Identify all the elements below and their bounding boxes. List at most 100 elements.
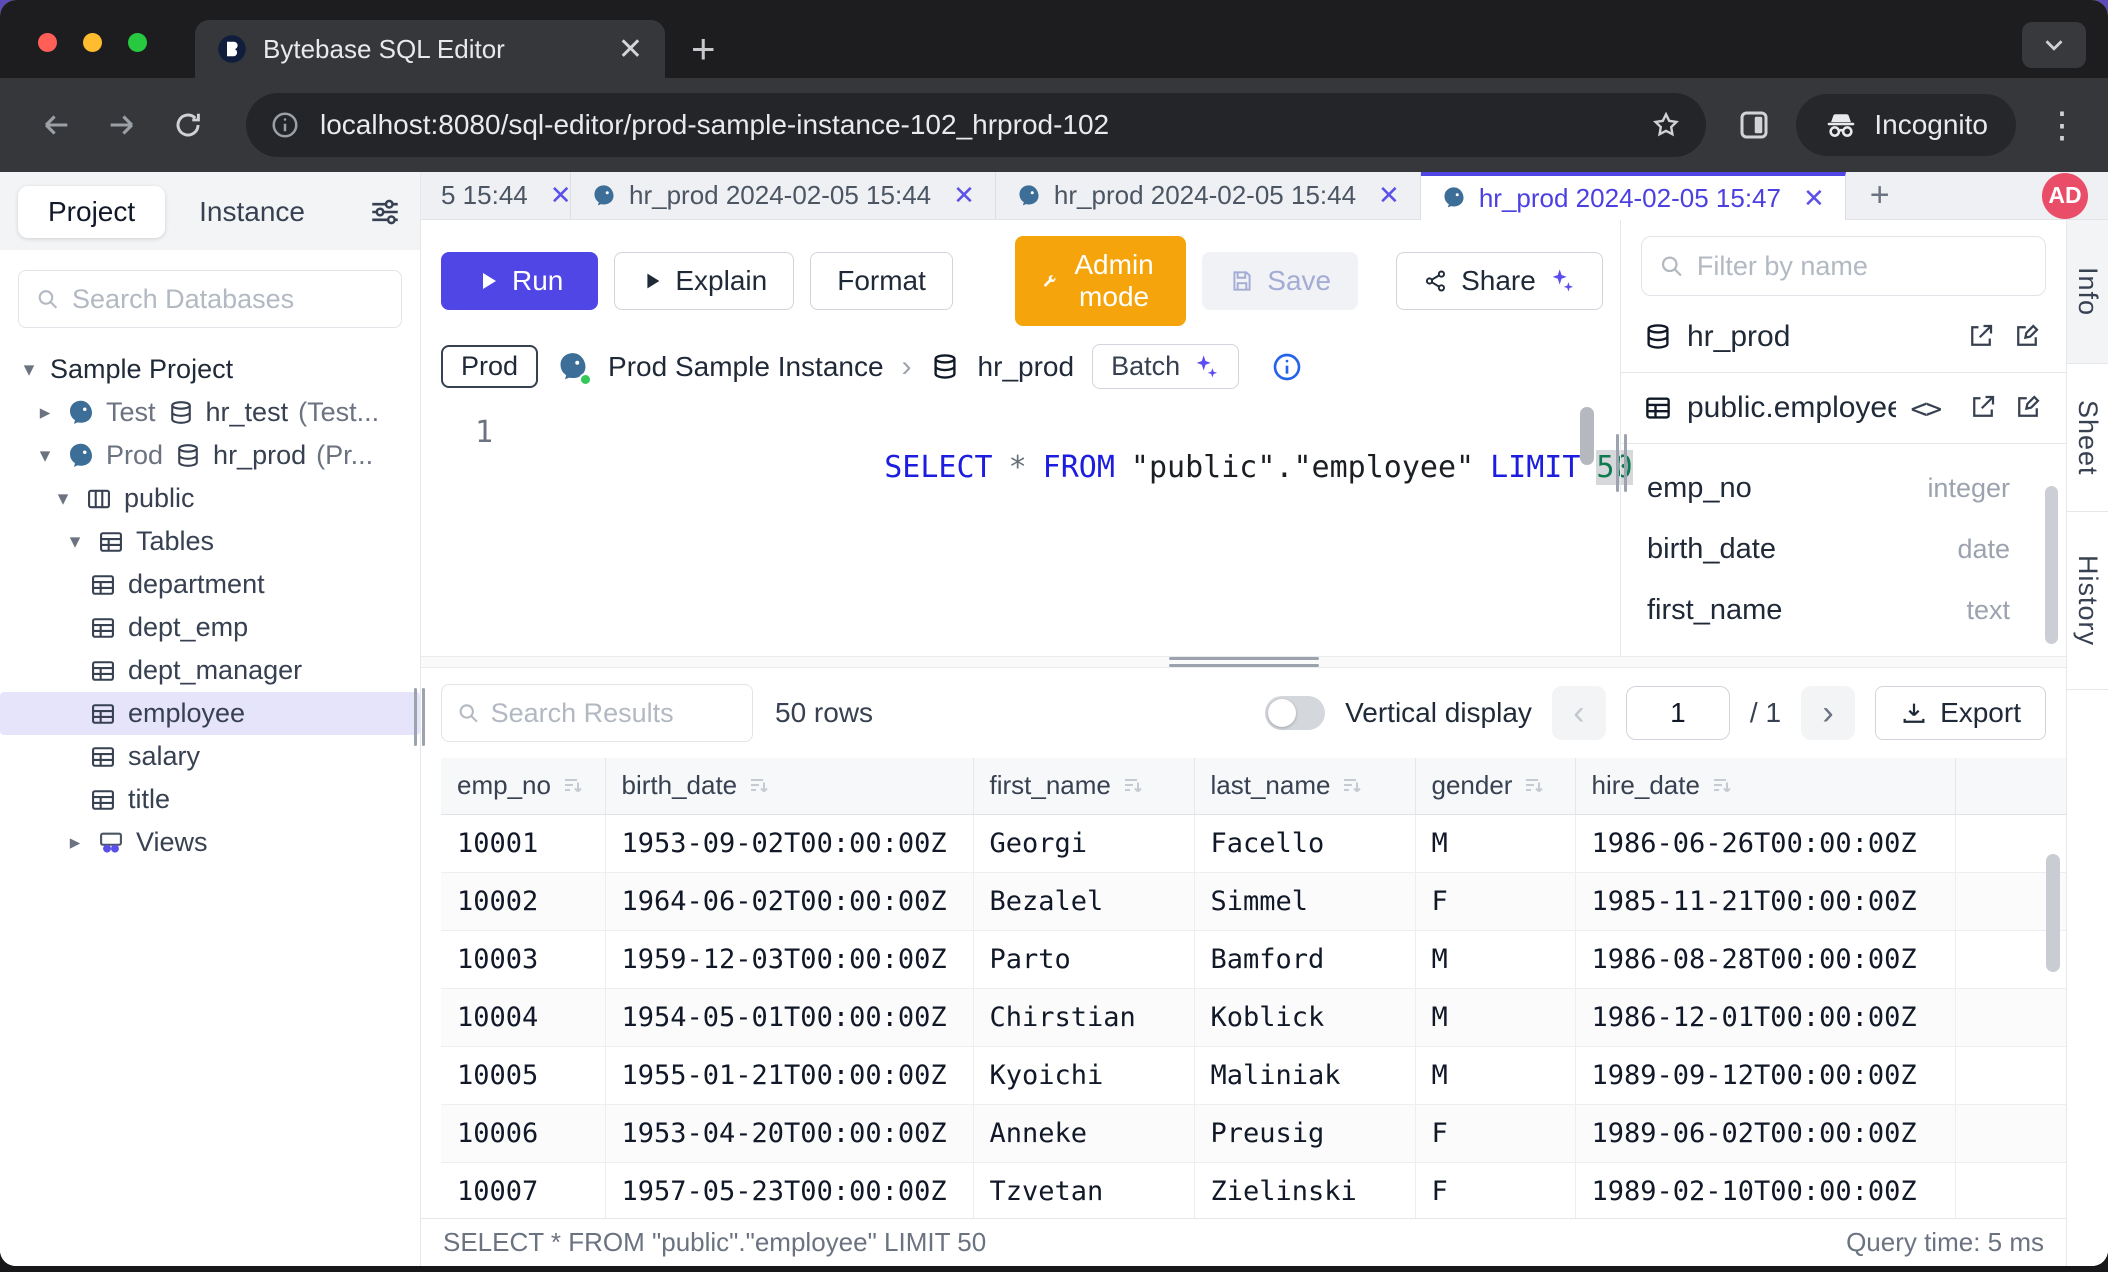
search-databases-input[interactable] — [72, 284, 385, 315]
close-icon[interactable]: ✕ — [1378, 180, 1400, 211]
column-row: first_name text — [1647, 580, 2010, 641]
close-window-button[interactable] — [38, 33, 57, 52]
browser-new-tab-button[interactable]: + — [691, 28, 716, 70]
save-button[interactable]: Save — [1202, 252, 1358, 310]
column-header[interactable]: gender — [1415, 758, 1575, 814]
schema-scrollbar-thumb[interactable] — [2045, 486, 2058, 644]
table-row[interactable]: 100021964-06-02T00:00:00ZBezalelSimmelF1… — [441, 872, 2066, 930]
tab-project[interactable]: Project — [18, 186, 165, 238]
table-row[interactable]: 100071957-05-23T00:00:00ZTzvetanZielinsk… — [441, 1162, 2066, 1218]
tab-instance[interactable]: Instance — [173, 186, 331, 238]
results-resize-handle[interactable] — [421, 656, 2066, 668]
filter-settings-button[interactable] — [368, 195, 402, 229]
export-button[interactable]: Export — [1875, 686, 2046, 740]
edit-table-button[interactable] — [2013, 392, 2044, 424]
bookmark-star-icon[interactable] — [1650, 109, 1682, 141]
tree-item-employee-selected[interactable]: employee — [0, 692, 420, 735]
results-panel: 50 rows Vertical display ‹ / 1 › — [421, 668, 2066, 1266]
page-number-input[interactable] — [1626, 686, 1730, 740]
edit-database-button[interactable] — [2012, 321, 2044, 353]
prev-page-button[interactable]: ‹ — [1552, 686, 1606, 740]
browser-menu-button[interactable]: ⋮ — [2044, 104, 2080, 146]
worksheet-tab-2[interactable]: hr_prod 2024-02-05 15:44 ✕ — [571, 172, 996, 219]
zoom-window-button[interactable] — [128, 33, 147, 52]
back-button[interactable] — [28, 97, 84, 153]
sort-icon[interactable] — [1522, 774, 1546, 798]
tree-item-dept-manager[interactable]: dept_manager — [0, 649, 420, 692]
side-panel-icon[interactable] — [1736, 107, 1772, 143]
instance-name[interactable]: Prod Sample Instance — [608, 351, 884, 383]
site-info-icon[interactable] — [270, 110, 300, 140]
close-icon[interactable]: ✕ — [550, 180, 572, 211]
sql-keyword: SELECT — [884, 450, 992, 485]
batch-button[interactable]: Batch — [1092, 344, 1239, 389]
tree-item-title[interactable]: title — [0, 778, 420, 821]
worksheet-tab-active[interactable]: hr_prod 2024-02-05 15:47 ✕ — [1421, 172, 1846, 220]
tree-item-tables-group[interactable]: ▾ Tables — [0, 520, 420, 563]
minimize-window-button[interactable] — [83, 33, 102, 52]
sort-icon[interactable] — [1710, 774, 1734, 798]
forward-button[interactable] — [94, 97, 150, 153]
tree-item-department[interactable]: department — [0, 563, 420, 606]
tab-info[interactable]: Info — [2067, 220, 2108, 364]
search-results-input[interactable] — [491, 698, 738, 729]
table-row[interactable]: 100051955-01-21T00:00:00ZKyoichiMaliniak… — [441, 1046, 2066, 1104]
table-row[interactable]: 100011953-09-02T00:00:00ZGeorgiFacelloM1… — [441, 814, 2066, 872]
info-icon[interactable] — [1271, 351, 1303, 383]
table-row[interactable]: 100061953-04-20T00:00:00ZAnnekePreusigF1… — [441, 1104, 2066, 1162]
reload-button[interactable] — [160, 97, 216, 153]
tab-search-button[interactable] — [2022, 22, 2086, 68]
tree-item-salary[interactable]: salary — [0, 735, 420, 778]
browser-tab[interactable]: Bytebase SQL Editor ✕ — [195, 20, 665, 78]
user-avatar[interactable]: AD — [2042, 173, 2088, 219]
tab-sheet[interactable]: Sheet — [2067, 364, 2108, 512]
worksheet-tab-1[interactable]: 5 15:44 ✕ — [421, 172, 571, 219]
table-icon — [1643, 393, 1673, 423]
table-row[interactable]: 100041954-05-01T00:00:00ZChirstianKoblic… — [441, 988, 2066, 1046]
close-icon[interactable]: ✕ — [1803, 183, 1825, 214]
open-database-button[interactable] — [1966, 321, 1998, 353]
close-icon[interactable]: ✕ — [953, 180, 975, 211]
tree-item-hr-test[interactable]: ▸ Test hr_test (Test... — [0, 391, 420, 434]
open-table-button[interactable] — [1968, 392, 1999, 424]
tree-item-hr-prod[interactable]: ▾ Prod hr_prod (Pr... — [0, 434, 420, 477]
run-button[interactable]: Run — [441, 252, 598, 310]
column-header[interactable]: first_name — [973, 758, 1194, 814]
panel-resize-handle[interactable] — [1616, 434, 1627, 492]
sort-icon[interactable] — [747, 774, 771, 798]
content-area: Run Explain Format — [421, 220, 2108, 1266]
database-search[interactable] — [18, 270, 402, 328]
tab-history[interactable]: History — [2067, 512, 2108, 690]
next-page-button[interactable]: › — [1801, 686, 1855, 740]
worksheet-tab-3[interactable]: hr_prod 2024-02-05 15:44 ✕ — [996, 172, 1421, 219]
table-row[interactable]: 100031959-12-03T00:00:00ZPartoBamfordM19… — [441, 930, 2066, 988]
share-button[interactable]: Share — [1396, 252, 1603, 310]
tree-item-dept-emp[interactable]: dept_emp — [0, 606, 420, 649]
sort-icon[interactable] — [561, 774, 585, 798]
format-button[interactable]: Format — [810, 252, 953, 310]
tree-item-project[interactable]: ▾ Sample Project — [0, 348, 420, 391]
admin-mode-button[interactable]: Admin mode — [1015, 236, 1186, 326]
editor-scrollbar-thumb[interactable] — [1580, 407, 1594, 465]
sql-editor[interactable]: 1 SELECT*FROM"public"."employee"LIMIT50 — [421, 403, 1620, 656]
sort-icon[interactable] — [1340, 774, 1364, 798]
results-scrollbar-thumb[interactable] — [2046, 854, 2060, 972]
url-bar[interactable]: localhost:8080/sql-editor/prod-sample-in… — [246, 93, 1706, 157]
column-header[interactable]: hire_date — [1575, 758, 1955, 814]
tree-item-views-group[interactable]: ▸ Views — [0, 821, 420, 864]
filter-by-name-input[interactable] — [1697, 251, 2029, 282]
browser-tab-close-icon[interactable]: ✕ — [618, 32, 643, 67]
column-header[interactable]: emp_no — [441, 758, 605, 814]
database-name[interactable]: hr_prod — [978, 351, 1075, 383]
results-search[interactable] — [441, 684, 753, 742]
sort-icon[interactable] — [1121, 774, 1145, 798]
code-icon[interactable]: <> — [1910, 392, 1940, 425]
bytebase-app: Project Instance ▾ Sample Project ▸ — [0, 172, 2108, 1266]
schema-filter[interactable] — [1641, 236, 2046, 296]
column-header[interactable]: last_name — [1194, 758, 1415, 814]
vertical-display-toggle[interactable] — [1265, 696, 1325, 730]
column-header[interactable]: birth_date — [605, 758, 973, 814]
explain-button[interactable]: Explain — [614, 252, 794, 310]
new-worksheet-button[interactable]: + — [1846, 172, 1914, 219]
tree-item-schema-public[interactable]: ▾ public — [0, 477, 420, 520]
